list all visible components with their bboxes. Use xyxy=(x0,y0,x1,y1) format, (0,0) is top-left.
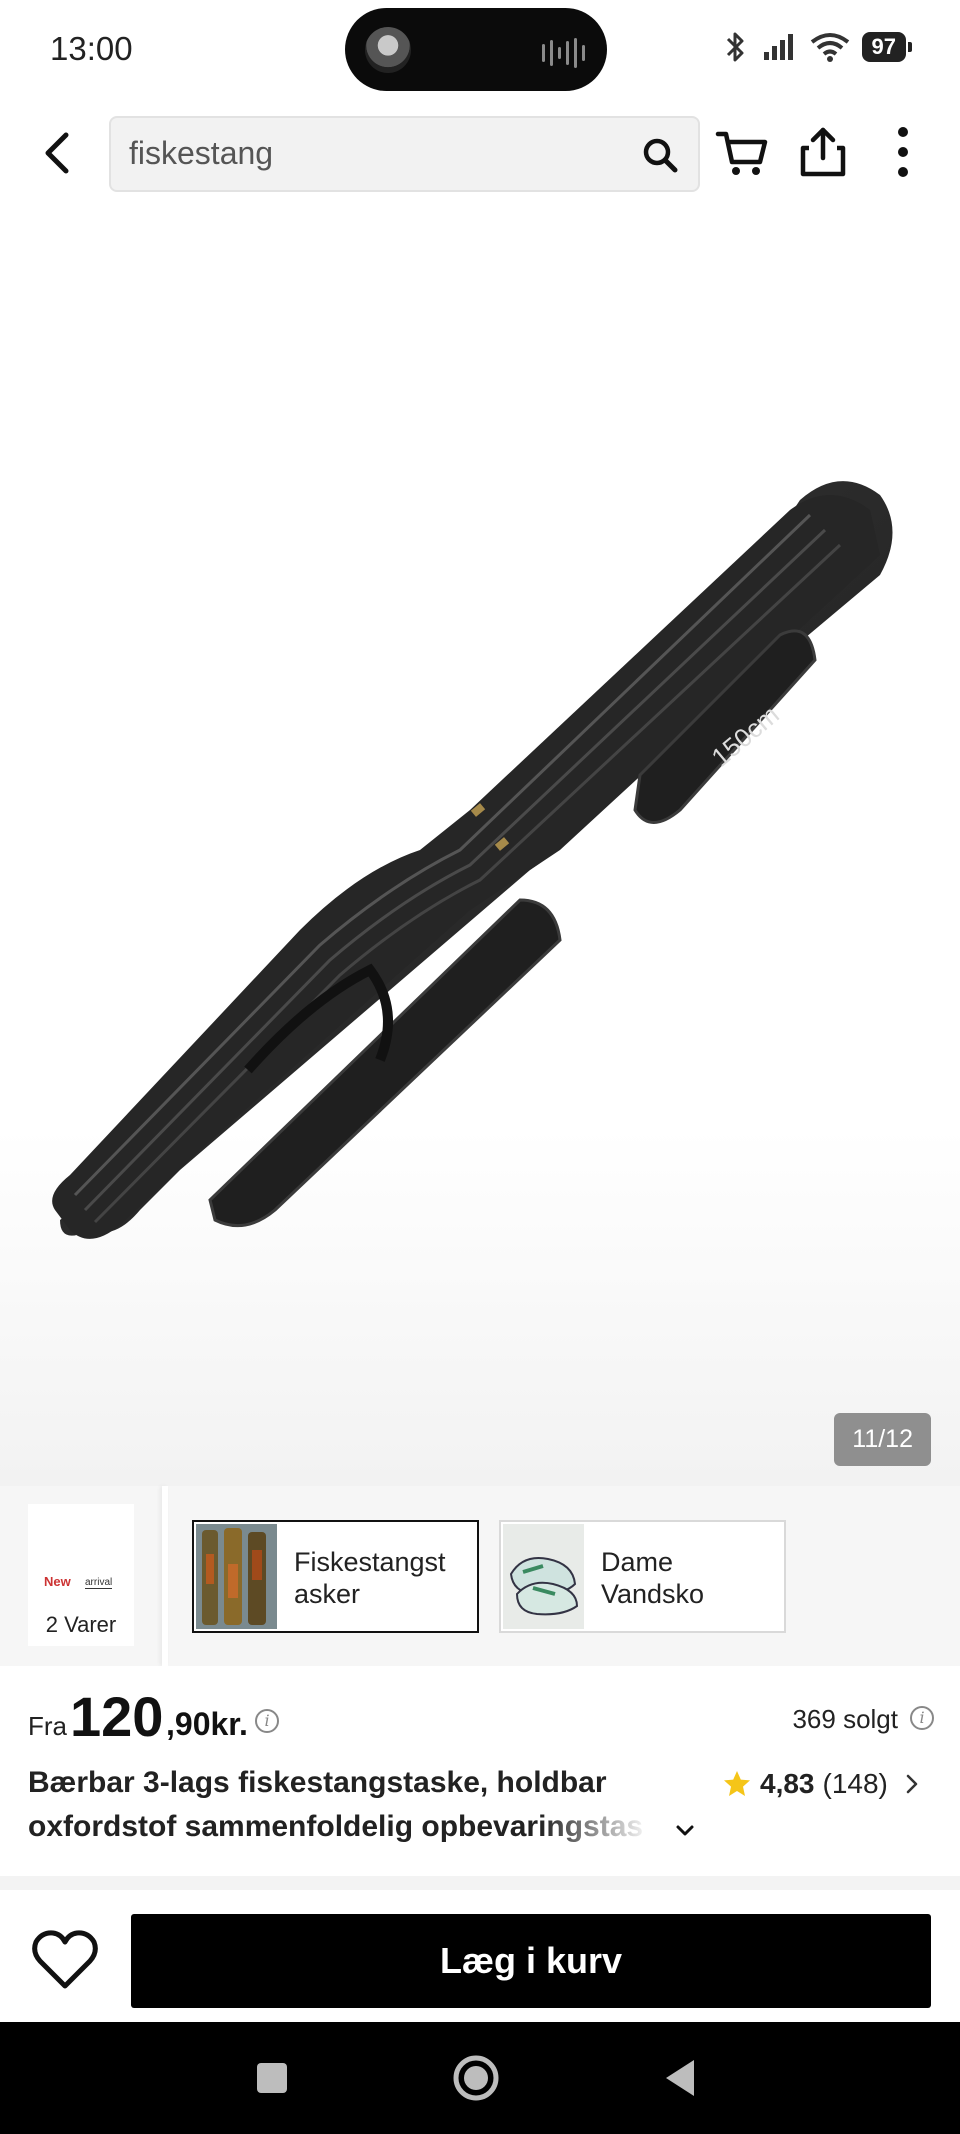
add-to-cart-button[interactable]: Læg i kurv xyxy=(131,1914,931,2008)
home-icon[interactable] xyxy=(448,2050,504,2106)
category-label: Fiskestangst asker xyxy=(294,1547,446,1609)
sold-count: 369 solgt xyxy=(792,1704,898,1734)
price-decimal: ,90kr. xyxy=(166,1706,248,1742)
new-arrival-logo: New xyxy=(44,1574,71,1589)
search-input[interactable]: fiskestang xyxy=(109,116,700,192)
category-card-fishing-bags[interactable]: Fiskestangst asker xyxy=(192,1520,479,1633)
recent-apps-icon[interactable] xyxy=(244,2050,300,2106)
chevron-down-icon[interactable] xyxy=(672,1818,698,1844)
search-query: fiskestang xyxy=(129,135,274,171)
image-counter: 11/12 xyxy=(834,1413,931,1466)
product-info: Fra 120 ,90kr. i 369 solgt i Bærbar 3-la… xyxy=(0,1666,960,1876)
status-time: 13:00 xyxy=(50,30,133,67)
dynamic-island xyxy=(345,8,607,91)
heart-icon[interactable] xyxy=(30,1928,100,1992)
new-arrival-tile[interactable]: New arrival 2 Varer xyxy=(28,1504,134,1646)
related-categories: New arrival 2 Varer Fiskestangst asker D… xyxy=(0,1486,960,1666)
share-icon[interactable] xyxy=(795,124,851,180)
bluetooth-icon xyxy=(726,32,744,62)
water-shoes-thumbnail xyxy=(503,1524,584,1629)
status-bar: 13:00 97 xyxy=(0,0,960,100)
chevron-right-icon[interactable] xyxy=(900,1772,924,1796)
arrival-logo: arrival xyxy=(85,1577,113,1589)
top-header: fiskestang xyxy=(0,100,960,210)
review-count: (148) xyxy=(822,1768,888,1799)
status-icons: 97 xyxy=(720,30,913,64)
category-label: Dame Vandsko xyxy=(601,1547,705,1609)
price-info-icon[interactable]: i xyxy=(255,1709,279,1733)
signal-icon xyxy=(763,34,793,60)
cart-icon[interactable] xyxy=(714,124,770,180)
fishing-bag-thumbnail xyxy=(196,1524,277,1629)
wifi-icon xyxy=(810,33,849,62)
title-fade xyxy=(540,1804,670,1848)
rating-value: 4,83 xyxy=(760,1768,815,1799)
sold-info-icon[interactable]: i xyxy=(910,1706,934,1730)
arrival-count: 2 Varer xyxy=(45,1612,117,1637)
price-main: 120 xyxy=(70,1685,164,1748)
more-options-icon[interactable] xyxy=(875,124,931,180)
system-nav-bar xyxy=(0,2022,960,2134)
fishing-rod-bag-image: 150cm xyxy=(52,481,893,1239)
bottom-action-bar: Læg i kurv xyxy=(0,1890,960,2022)
category-card-water-shoes[interactable]: Dame Vandsko xyxy=(499,1520,786,1633)
back-icon[interactable] xyxy=(30,125,86,181)
product-image-gallery[interactable]: 150cm 11/12 xyxy=(0,210,960,1486)
audio-wave-icon xyxy=(542,38,585,68)
media-thumbnail-icon xyxy=(365,27,411,73)
search-icon[interactable] xyxy=(640,135,680,175)
back-nav-icon[interactable] xyxy=(652,2050,708,2106)
star-icon xyxy=(724,1771,750,1796)
divider xyxy=(162,1486,168,1666)
price-prefix: Fra xyxy=(28,1711,67,1741)
battery-indicator: 97 xyxy=(861,32,913,62)
product-rating[interactable]: 4,83 (148) xyxy=(722,1768,888,1800)
section-separator xyxy=(0,1876,960,1890)
product-title-line-1[interactable]: Bærbar 3-lags fiskestangstaske, holdbar xyxy=(28,1766,607,1800)
